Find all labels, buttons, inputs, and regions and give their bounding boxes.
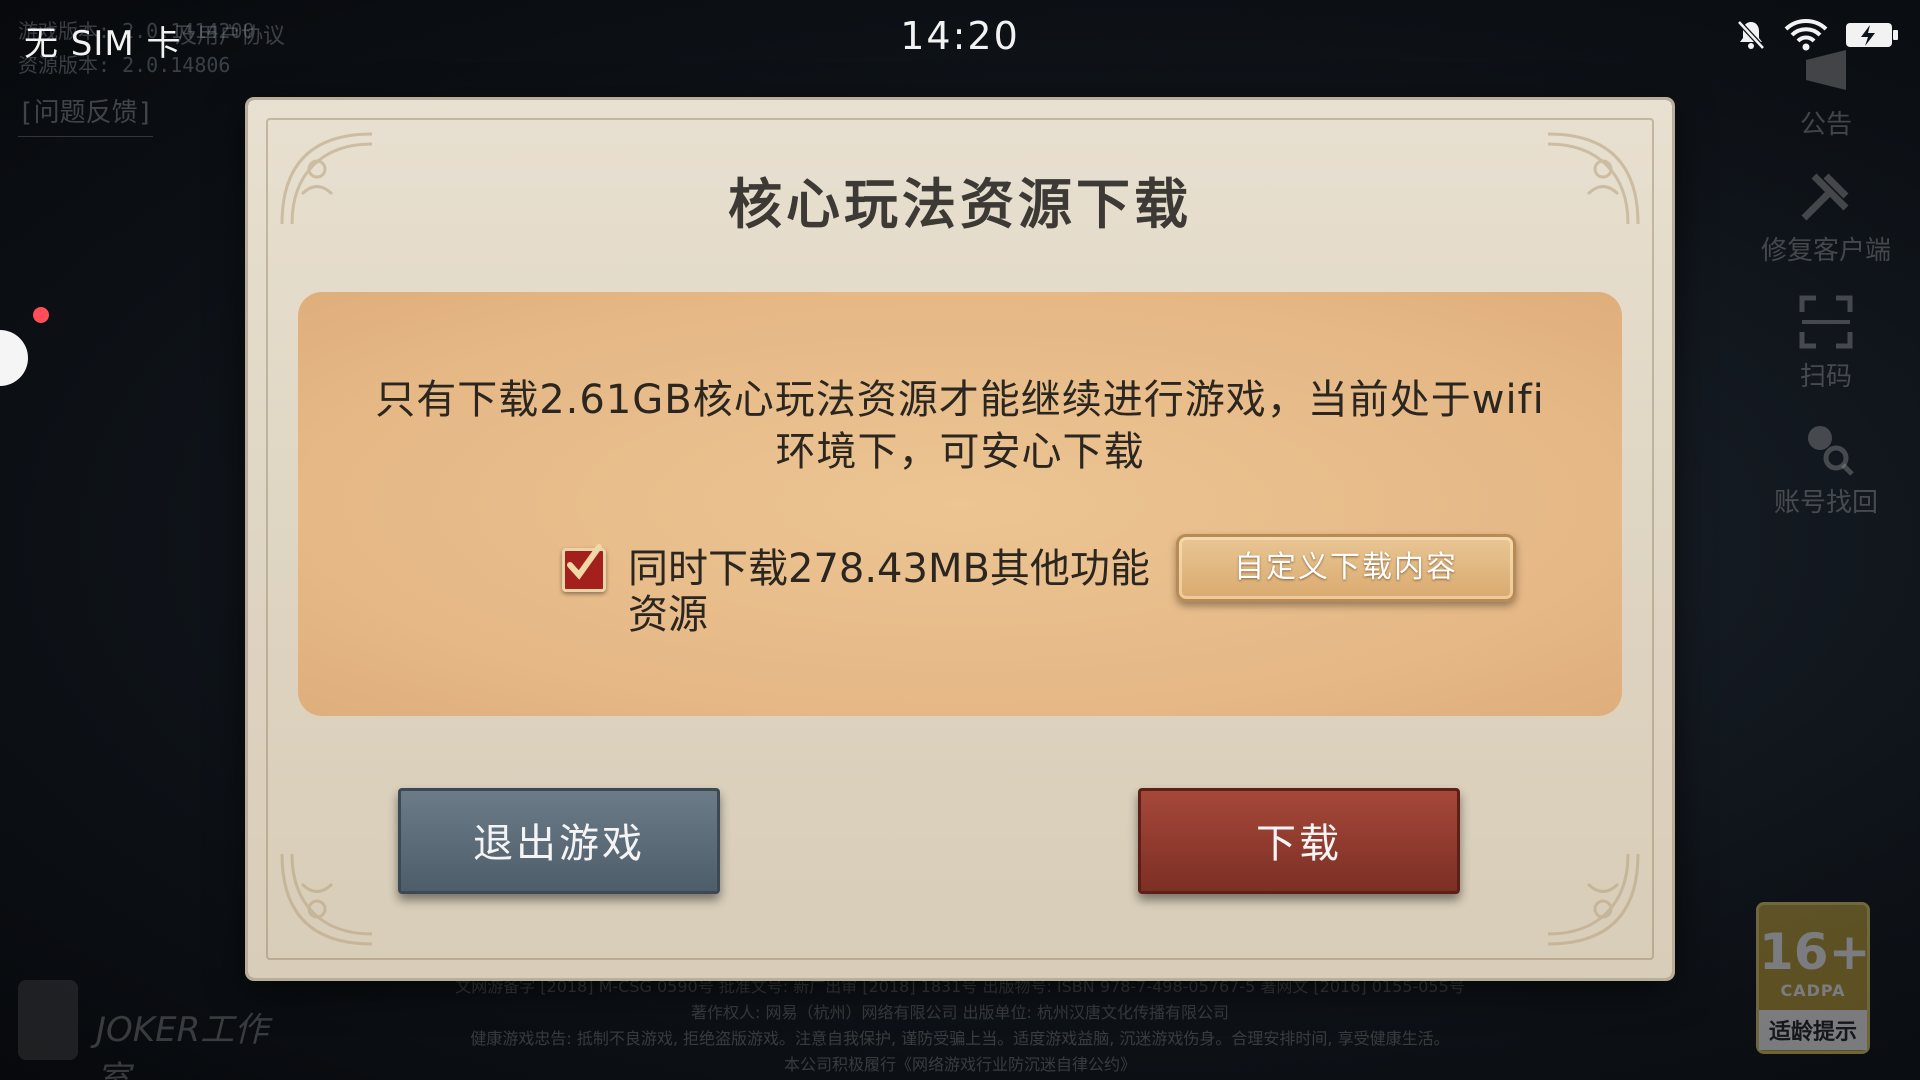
age-rating-number: 16+ xyxy=(1759,923,1871,981)
legal-line: 著作权人: 网易（杭州）网络有限公司 出版单位: 杭州汉唐文化传播有限公司 xyxy=(690,1003,1230,1022)
feedback-link[interactable]: [问题反馈] xyxy=(18,96,154,137)
account-recovery-label: 账号找回 xyxy=(1773,488,1878,518)
clock: 14:20 xyxy=(900,14,1020,58)
legal-notice: 文网游备字 [2018] M-CSG 0590号 批准文号: 新广出审 [201… xyxy=(0,974,1920,1078)
download-dialog: 核心玩法资源下载 只有下载2.61GB核心玩法资源才能继续进行游戏，当前处于wi… xyxy=(248,100,1672,978)
studio-name: JOKER工作室 xyxy=(96,1010,269,1080)
extra-resources-label[interactable]: 同时下载278.43MB其他功能资源 xyxy=(628,546,1168,638)
corner-ornament-icon xyxy=(280,853,373,946)
scan-button[interactable]: 扫码 xyxy=(1756,292,1896,393)
scan-label: 扫码 xyxy=(1799,362,1852,392)
age-rating-org: CADPA xyxy=(1780,981,1846,1000)
status-bar: 无 SIM 卡 14:20 xyxy=(0,0,1920,76)
mute-bell-icon xyxy=(1734,18,1768,56)
announcement-label: 公告 xyxy=(1799,110,1852,140)
status-icons xyxy=(1734,18,1900,56)
legal-line: 健康游戏忠告: 抵制不良游戏, 拒绝盗版游戏。注意自我保护, 谨防受骗上当。适度… xyxy=(470,1029,1450,1048)
scan-icon xyxy=(1796,292,1856,352)
notification-dot xyxy=(33,307,49,323)
age-rating-tip: 适龄提示 xyxy=(1759,1010,1867,1050)
download-message: 只有下载2.61GB核心玩法资源才能继续进行游戏，当前处于wifi环境下，可安心… xyxy=(375,377,1545,475)
checkmark-icon xyxy=(567,544,602,580)
wifi-icon xyxy=(1784,18,1828,56)
download-button[interactable]: 下载 xyxy=(1138,788,1460,894)
customize-download-button[interactable]: 自定义下载内容 xyxy=(1176,534,1516,602)
extra-resources-checkbox[interactable] xyxy=(562,544,606,592)
repair-client-label: 修复客户端 xyxy=(1760,236,1891,266)
dialog-title: 核心玩法资源下载 xyxy=(728,173,1192,236)
wrench-icon xyxy=(1796,166,1856,226)
account-recovery-button[interactable]: 账号找回 xyxy=(1756,418,1896,519)
message-panel: 只有下载2.61GB核心玩法资源才能继续进行游戏，当前处于wifi环境下，可安心… xyxy=(298,292,1622,716)
studio-logo-icon xyxy=(18,980,78,1060)
studio-logo: JOKER工作室 xyxy=(18,980,288,1080)
age-rating-badge[interactable]: 16+ CADPA 适龄提示 xyxy=(1756,902,1870,1054)
repair-client-button[interactable]: 修复客户端 xyxy=(1756,166,1896,267)
exit-game-button[interactable]: 退出游戏 xyxy=(398,788,720,894)
legal-line: 本公司积极履行《网络游戏行业防沉迷自律公约》 xyxy=(783,1055,1136,1074)
floating-assist-handle[interactable] xyxy=(0,330,28,386)
corner-ornament-icon xyxy=(1547,853,1640,946)
account-search-icon xyxy=(1796,418,1856,478)
battery-icon xyxy=(1844,18,1900,56)
